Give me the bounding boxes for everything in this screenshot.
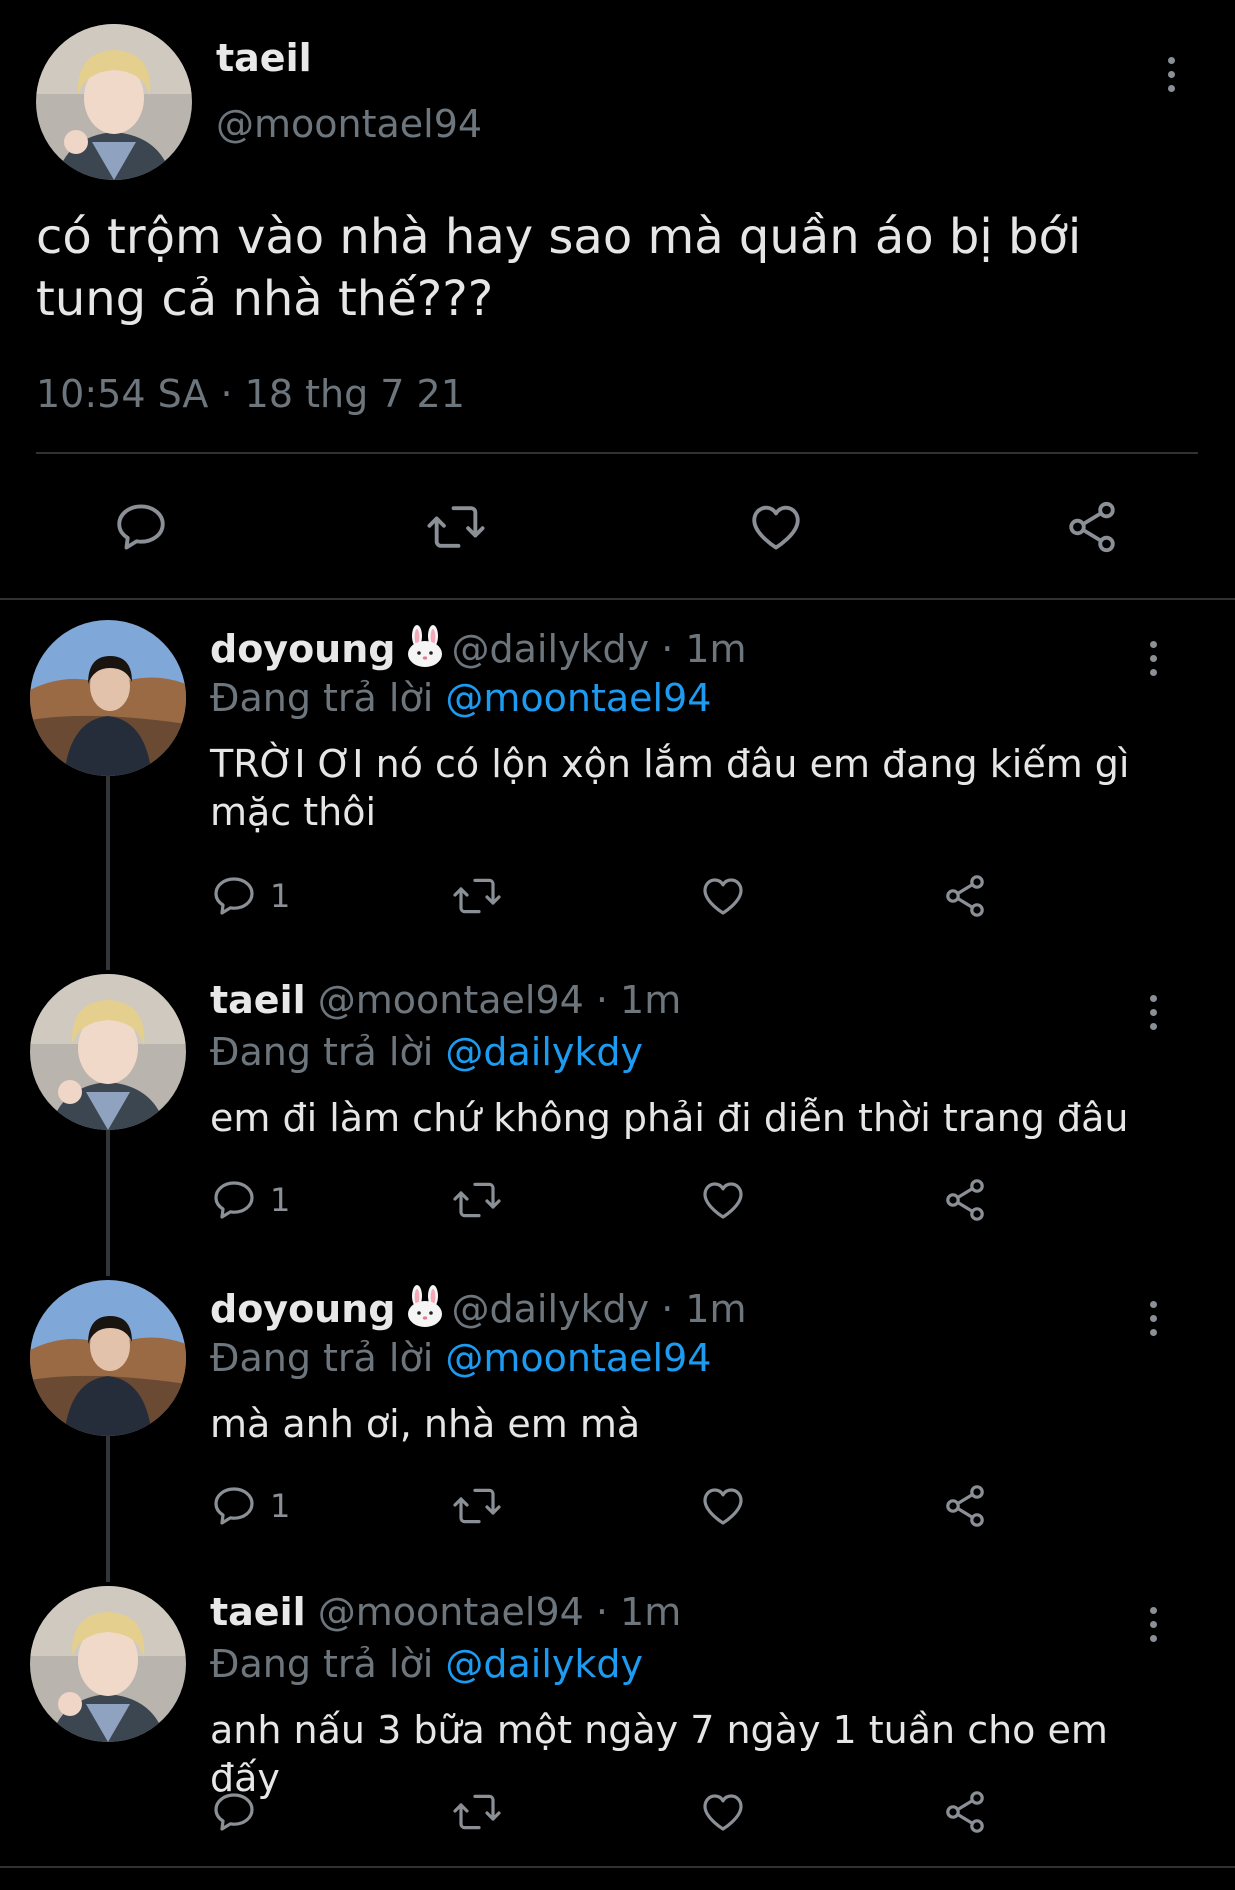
reply-handle-time[interactable]: @dailykdy · 1m [452,1287,747,1331]
retweet-icon [453,1488,501,1524]
reply-header: doyoung @dailykdy · 1m [210,624,747,677]
replying-to: Đang trả lời @moontael94 [210,1336,711,1380]
retweet-button[interactable] [450,1176,504,1224]
like-button[interactable] [698,872,748,920]
share-button[interactable] [940,1788,990,1836]
share-icon [946,1791,984,1833]
reply-actions [210,1788,1010,1844]
section-separator [0,1866,1235,1868]
like-icon [752,505,800,550]
reply-tweet[interactable]: doyoung @dailykdy · 1m Đang trả lời @moo… [0,620,1235,950]
like-button[interactable] [698,1482,748,1530]
replying-to: Đang trả lời @moontael94 [210,676,711,720]
like-button[interactable] [746,498,806,556]
like-icon [703,1182,743,1219]
retweet-button[interactable] [450,1482,504,1530]
replying-label: Đang trả lời [210,1336,434,1380]
more-icon[interactable] [1138,982,1168,1042]
reply-text: mà anh ơi, nhà em mà [210,1402,641,1446]
reply-text: TRỜI ƠI nó có lộn xộn lắm đâu em đang ki… [210,742,1130,834]
reply-count: 1 [270,1181,291,1219]
tweet-actions [0,490,1235,566]
share-icon [946,1485,984,1527]
reply-count: 1 [270,877,291,915]
more-icon[interactable] [1138,1288,1168,1348]
reply-icon [214,877,254,915]
replying-to: Đang trả lời @dailykdy [210,1030,643,1074]
more-icon[interactable] [1138,1594,1168,1654]
tweet-timestamp[interactable]: 10:54 SA · 18 thg 7 21 [36,372,465,416]
reply-actions: 1 [210,872,1010,928]
retweet-icon [453,1182,501,1218]
divider [36,452,1198,454]
reply-header: taeil @moontael94 · 1m [210,1590,681,1634]
retweet-button[interactable] [424,498,488,556]
retweet-icon [453,1794,501,1830]
reply-button[interactable] [210,1788,270,1836]
share-icon [946,875,984,917]
reply-actions: 1 [210,1176,1010,1232]
replying-to: Đang trả lời @dailykdy [210,1642,643,1686]
reply-icon [214,1181,254,1219]
share-icon [1069,501,1115,553]
share-button[interactable] [940,1482,990,1530]
reply-button[interactable]: 1 [210,1482,290,1530]
reply-handle-time[interactable]: @moontael94 · 1m [318,1590,682,1634]
reply-header: taeil @moontael94 · 1m [210,978,681,1022]
reply-icon [117,504,165,550]
replying-label: Đang trả lời [210,1642,434,1686]
share-button[interactable] [1062,498,1122,556]
reply-author-name[interactable]: doyoung [210,627,396,671]
reply-handle-time[interactable]: @moontael94 · 1m [318,978,682,1022]
mention-link[interactable]: @dailykdy [445,1030,643,1074]
share-button[interactable] [940,1176,990,1224]
avatar-taeil[interactable] [30,974,186,1130]
mention-link[interactable]: @moontael94 [445,1336,711,1380]
reply-button[interactable]: 1 [210,872,290,920]
section-separator [0,598,1235,600]
mention-link[interactable]: @dailykdy [445,1642,643,1686]
replying-label: Đang trả lời [210,1030,434,1074]
author-handle[interactable]: @moontael94 [216,102,482,146]
like-button[interactable] [698,1176,748,1224]
reply-author-name[interactable]: taeil [210,978,306,1022]
reply-handle-time[interactable]: @dailykdy · 1m [452,627,747,671]
avatar-doyoung[interactable] [30,1280,186,1436]
more-icon[interactable] [1138,628,1168,688]
reply-author-name[interactable]: doyoung [210,1287,396,1331]
reply-tweet[interactable]: taeil @moontael94 · 1m Đang trả lời @dai… [0,1586,1235,1876]
reply-icon [214,1793,254,1831]
like-icon [703,1488,743,1525]
retweet-button[interactable] [450,872,504,920]
rabbit-emoji-icon [404,624,446,677]
more-icon[interactable] [1156,44,1186,104]
reply-tweet[interactable]: doyoung @dailykdy · 1m Đang trả lời @moo… [0,1280,1235,1560]
retweet-icon [427,506,485,548]
like-button[interactable] [698,1788,748,1836]
retweet-button[interactable] [450,1788,504,1836]
avatar-doyoung[interactable] [30,620,186,776]
reply-button[interactable]: 1 [210,1176,290,1224]
reply-button[interactable] [112,498,170,556]
share-icon [946,1179,984,1221]
retweet-icon [453,878,501,914]
avatar-taeil[interactable] [30,1586,186,1742]
rabbit-emoji-icon [404,1284,446,1337]
reply-header: doyoung @dailykdy · 1m [210,1284,747,1337]
tweet-text: có trộm vào nhà hay sao mà quần áo bị bớ… [36,209,1082,327]
avatar-taeil[interactable] [36,24,192,180]
like-icon [703,1794,743,1831]
main-tweet: taeil @moontael94 có trộm vào nhà hay sa… [0,0,1235,598]
reply-tweet[interactable]: taeil @moontael94 · 1m Đang trả lời @dai… [0,974,1235,1254]
reply-actions: 1 [210,1482,1010,1538]
reply-text: em đi làm chứ không phải đi diễn thời tr… [210,1096,1129,1140]
reply-author-name[interactable]: taeil [210,1590,306,1634]
author-name[interactable]: taeil [216,36,312,80]
mention-link[interactable]: @moontael94 [445,676,711,720]
like-icon [703,878,743,915]
share-button[interactable] [940,872,990,920]
reply-icon [214,1487,254,1525]
replying-label: Đang trả lời [210,676,434,720]
reply-count: 1 [270,1487,291,1525]
